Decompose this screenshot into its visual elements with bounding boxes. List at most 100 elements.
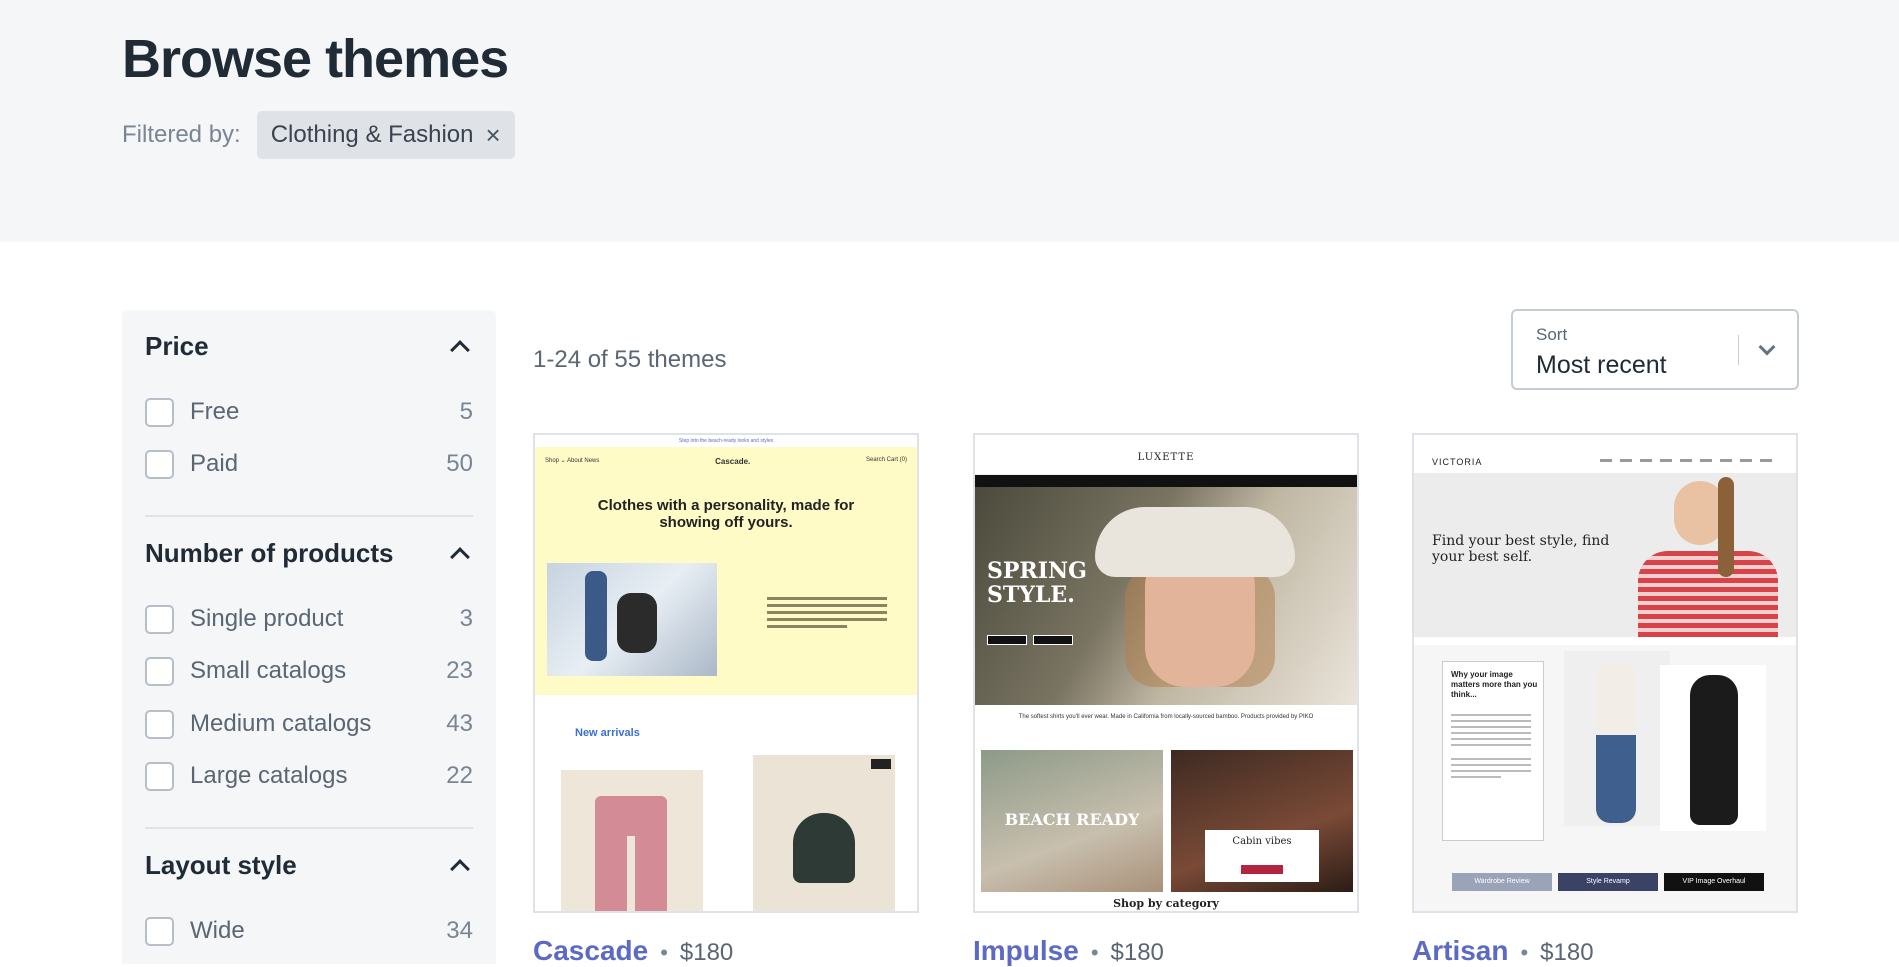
preview-product-pants xyxy=(561,770,703,911)
preview-text-box: Why your image matters more than you thi… xyxy=(1442,661,1544,841)
preview-logo: Cascade. xyxy=(715,457,751,466)
preview-button: VIP Image Overhaul xyxy=(1664,873,1764,891)
preview-announcement: Step into the beach-ready looks and styl… xyxy=(535,435,917,447)
filter-option-medium-catalogs[interactable]: Medium catalogs 43 xyxy=(145,706,473,742)
active-filters: Filtered by: Clothing & Fashion × xyxy=(122,111,515,159)
preview-tile-beach: BEACH READY xyxy=(981,750,1163,892)
filter-option-count: 43 xyxy=(446,710,473,737)
divider xyxy=(145,827,473,829)
preview-tile-card: Cabin vibes xyxy=(1205,830,1319,882)
preview-caption: The softest shirts you'll ever wear. Mad… xyxy=(1018,714,1314,720)
close-icon[interactable]: × xyxy=(486,122,501,148)
theme-card-title: Cascade • $180 xyxy=(533,935,733,967)
preview-product-beanie xyxy=(753,755,895,911)
theme-preview-artisan[interactable]: VICTORIA Find your best style, find your… xyxy=(1412,433,1798,913)
checkbox[interactable] xyxy=(145,656,174,686)
preview-announcement-bar xyxy=(975,475,1357,487)
filter-section-products-toggle[interactable]: Number of products xyxy=(145,533,473,573)
theme-card-title: Impulse • $180 xyxy=(973,935,1164,967)
divider xyxy=(1738,335,1739,365)
checkbox[interactable] xyxy=(145,916,174,946)
preview-nav-left: Shop ⌄ About News xyxy=(545,458,600,464)
preview-tile-cabin: Cabin vibes xyxy=(1171,750,1353,892)
sort-label: Sort xyxy=(1536,325,1568,344)
filter-option-count: 5 xyxy=(459,398,473,425)
filter-option-count: 34 xyxy=(446,917,473,944)
filter-section-title: Number of products xyxy=(145,537,394,568)
preview-section-title: Shop by category xyxy=(1113,897,1219,910)
results-count: 1-24 of 55 themes xyxy=(533,346,727,373)
filter-option-label: Medium catalogs xyxy=(190,710,372,737)
theme-price: $180 xyxy=(1110,939,1164,966)
chevron-up-icon xyxy=(450,340,470,360)
divider xyxy=(145,515,473,517)
checkbox[interactable] xyxy=(145,604,174,634)
filtered-by-label: Filtered by: xyxy=(122,121,241,148)
filter-option-label: Single product xyxy=(190,605,344,632)
theme-price: $180 xyxy=(1540,939,1594,966)
theme-preview-cascade[interactable]: Step into the beach-ready looks and styl… xyxy=(533,433,919,913)
theme-card-title: Artisan • $180 xyxy=(1412,935,1594,967)
preview-tile-title: BEACH READY xyxy=(1004,810,1140,829)
theme-preview-impulse[interactable]: LUXETTE SPRING STYLE. The softest shirts… xyxy=(973,433,1359,913)
filter-section-products: Number of products xyxy=(145,533,473,573)
filter-section-price-toggle[interactable]: Price xyxy=(145,326,473,366)
page-header: Browse themes Filtered by: Clothing & Fa… xyxy=(0,0,1899,242)
preview-nav-right: Search Cart (0) xyxy=(865,457,907,463)
sort-select[interactable]: Sort Most recent xyxy=(1511,309,1799,390)
sort-value: Most recent xyxy=(1536,351,1667,379)
filter-section-layout-toggle[interactable]: Layout style xyxy=(145,845,473,885)
separator-dot: • xyxy=(1090,940,1099,965)
filter-option-large-catalogs[interactable]: Large catalogs 22 xyxy=(145,758,473,794)
filter-option-free[interactable]: Free 5 xyxy=(145,394,473,430)
preview-logo: VICTORIA xyxy=(1432,457,1483,467)
page-title: Browse themes xyxy=(122,29,509,89)
filter-option-single-product[interactable]: Single product 3 xyxy=(145,601,473,637)
filter-section-title: Layout style xyxy=(145,849,297,880)
filter-option-small-catalogs[interactable]: Small catalogs 23 xyxy=(145,653,473,689)
filter-option-paid[interactable]: Paid 50 xyxy=(145,446,473,482)
filter-option-wide[interactable]: Wide 34 xyxy=(145,913,473,949)
preview-logo: LUXETTE xyxy=(1137,452,1195,463)
separator-dot: • xyxy=(1520,940,1529,965)
preview-photo-1 xyxy=(1564,651,1670,826)
checkbox[interactable] xyxy=(145,709,174,739)
preview-nav: LUXETTE xyxy=(975,435,1357,475)
preview-hero: Shop ⌄ About News Cascade. Search Cart (… xyxy=(535,447,917,695)
preview-section: Why your image matters more than you thi… xyxy=(1414,645,1796,911)
theme-name-link[interactable]: Impulse xyxy=(973,935,1079,967)
theme-name-link[interactable]: Artisan xyxy=(1412,935,1508,967)
preview-headline: Clothes with a personality, made for sho… xyxy=(597,497,855,531)
theme-name-link[interactable]: Cascade xyxy=(533,935,648,967)
preview-photo xyxy=(547,563,717,676)
preview-tile-title: Cabin vibes xyxy=(1232,836,1292,847)
preview-paragraph xyxy=(767,597,887,632)
preview-hero: SPRING STYLE. xyxy=(975,487,1357,705)
filter-sidebar: Price Free 5 Paid 50 Number of products … xyxy=(122,310,496,964)
filter-option-count: 22 xyxy=(446,762,473,789)
chevron-down-icon xyxy=(1758,338,1776,356)
preview-hero-photo xyxy=(1618,473,1796,637)
filter-option-count: 50 xyxy=(446,450,473,477)
preview-nav: Shop ⌄ About News Cascade. Search Cart (… xyxy=(545,457,907,466)
filter-option-label: Free xyxy=(190,398,240,425)
preview-button: Style Revamp xyxy=(1558,873,1658,891)
filter-option-label: Wide xyxy=(190,917,245,944)
filter-option-label: Small catalogs xyxy=(190,657,347,684)
preview-section-title: New arrivals xyxy=(575,727,640,739)
checkbox[interactable] xyxy=(145,397,174,427)
filter-chip-clothing-fashion[interactable]: Clothing & Fashion × xyxy=(256,111,515,159)
filter-section-layout: Layout style xyxy=(145,845,473,885)
preview-photo-2 xyxy=(1660,665,1766,831)
checkbox[interactable] xyxy=(145,761,174,791)
checkbox[interactable] xyxy=(145,449,174,479)
preview-nav: VICTORIA xyxy=(1414,435,1796,473)
chevron-up-icon xyxy=(450,547,470,567)
chevron-up-icon xyxy=(450,859,470,879)
theme-price: $180 xyxy=(679,939,734,966)
filter-option-count: 3 xyxy=(459,605,473,632)
filter-option-label: Large catalogs xyxy=(190,762,348,789)
preview-box-title: Why your image matters more than you thi… xyxy=(1451,670,1538,699)
separator-dot: • xyxy=(660,940,668,965)
preview-hero-title: SPRING STYLE. xyxy=(987,558,1087,608)
